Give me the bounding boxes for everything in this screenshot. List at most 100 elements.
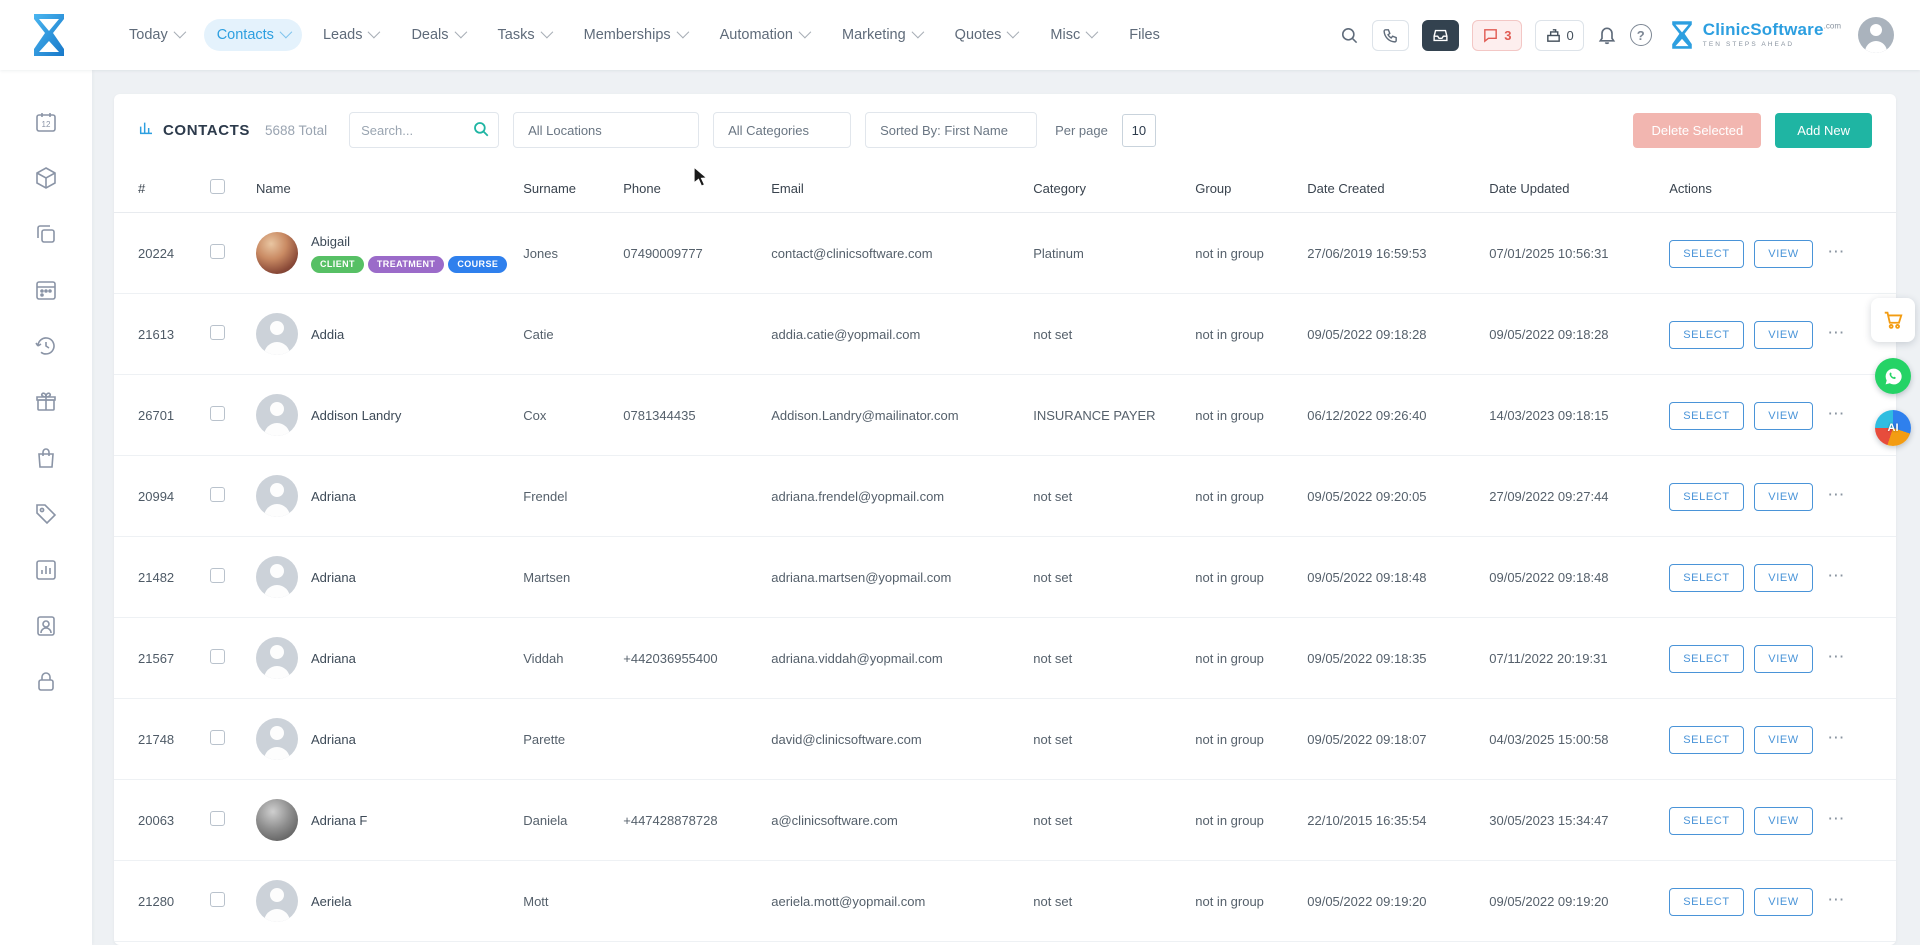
select-button[interactable]: SELECT — [1669, 240, 1743, 268]
more-actions-button[interactable]: ⋯ — [1823, 238, 1848, 266]
avatar[interactable] — [256, 799, 298, 841]
avatar[interactable] — [256, 394, 298, 436]
contact-name[interactable]: Addia — [311, 327, 344, 342]
avatar[interactable] — [256, 313, 298, 355]
view-button[interactable]: VIEW — [1754, 483, 1813, 511]
view-button[interactable]: VIEW — [1754, 321, 1813, 349]
row-checkbox[interactable] — [210, 730, 225, 745]
course-badge[interactable]: COURSE — [448, 256, 507, 273]
nav-automation[interactable]: Automation — [707, 19, 821, 51]
brand-logo[interactable]: ClinicSoftware.com TEN STEPS AHEAD — [1669, 20, 1841, 50]
more-actions-button[interactable]: ⋯ — [1823, 643, 1848, 671]
report-chart-icon[interactable] — [34, 558, 58, 582]
more-actions-button[interactable]: ⋯ — [1823, 805, 1848, 833]
user-avatar[interactable] — [1858, 17, 1894, 53]
nav-deals[interactable]: Deals — [398, 19, 476, 51]
calendar-icon[interactable]: 12 — [34, 110, 58, 134]
more-actions-button[interactable]: ⋯ — [1823, 481, 1848, 509]
app-logo-icon[interactable] — [26, 9, 72, 61]
help-icon[interactable]: ? — [1630, 24, 1652, 46]
row-checkbox[interactable] — [210, 568, 225, 583]
row-checkbox[interactable] — [210, 487, 225, 502]
row-checkbox[interactable] — [210, 406, 225, 421]
avatar[interactable] — [256, 232, 298, 274]
contact-name[interactable]: Aeriela — [311, 894, 351, 909]
contact-name[interactable]: Addison Landry — [311, 408, 401, 423]
search-submit-icon[interactable] — [472, 120, 490, 143]
categories-filter[interactable]: All Categories — [713, 112, 851, 148]
contact-name[interactable]: Abigail — [311, 234, 350, 249]
select-button[interactable]: SELECT — [1669, 888, 1743, 916]
contact-name[interactable]: Adriana — [311, 651, 356, 666]
row-checkbox[interactable] — [210, 649, 225, 664]
avatar[interactable] — [256, 556, 298, 598]
nav-leads[interactable]: Leads — [310, 19, 391, 51]
client-badge[interactable]: CLIENT — [311, 256, 364, 273]
avatar[interactable] — [256, 718, 298, 760]
tag-icon[interactable] — [34, 502, 58, 526]
inbox-tray-button[interactable] — [1422, 20, 1459, 51]
select-button[interactable]: SELECT — [1669, 645, 1743, 673]
ai-assistant-widget-button[interactable]: AI — [1875, 410, 1911, 446]
row-checkbox[interactable] — [210, 811, 225, 826]
row-checkbox[interactable] — [210, 325, 225, 340]
history-icon[interactable] — [34, 334, 58, 358]
treatment-badge[interactable]: TREATMENT — [368, 256, 444, 273]
per-page-input[interactable]: 10 — [1122, 114, 1156, 147]
view-button[interactable]: VIEW — [1754, 726, 1813, 754]
cart-widget-button[interactable] — [1871, 298, 1915, 342]
sort-filter[interactable]: Sorted By: First Name — [865, 112, 1037, 148]
nav-tasks[interactable]: Tasks — [485, 19, 563, 51]
view-button[interactable]: VIEW — [1754, 240, 1813, 268]
avatar[interactable] — [256, 637, 298, 679]
phone-dialer-button[interactable] — [1372, 20, 1409, 51]
view-button[interactable]: VIEW — [1754, 807, 1813, 835]
nav-quotes[interactable]: Quotes — [942, 19, 1030, 51]
more-actions-button[interactable]: ⋯ — [1823, 562, 1848, 590]
delete-selected-button[interactable]: Delete Selected — [1633, 113, 1761, 148]
select-button[interactable]: SELECT — [1669, 321, 1743, 349]
nav-misc[interactable]: Misc — [1037, 19, 1108, 51]
search-icon[interactable] — [1340, 26, 1359, 45]
chat-messages-button[interactable]: 3 — [1472, 20, 1521, 51]
box-icon[interactable] — [34, 166, 58, 190]
user-badge-icon[interactable] — [34, 614, 58, 638]
more-actions-button[interactable]: ⋯ — [1823, 319, 1848, 347]
whatsapp-widget-button[interactable] — [1875, 358, 1911, 394]
select-button[interactable]: SELECT — [1669, 483, 1743, 511]
view-button[interactable]: VIEW — [1754, 888, 1813, 916]
select-all-checkbox[interactable] — [210, 179, 225, 194]
planner-icon[interactable] — [34, 278, 58, 302]
select-button[interactable]: SELECT — [1669, 807, 1743, 835]
nav-today[interactable]: Today — [116, 19, 196, 51]
avatar[interactable] — [256, 880, 298, 922]
more-actions-button[interactable]: ⋯ — [1823, 400, 1848, 428]
select-button[interactable]: SELECT — [1669, 564, 1743, 592]
nav-files[interactable]: Files — [1116, 19, 1173, 51]
row-checkbox[interactable] — [210, 244, 225, 259]
copy-icon[interactable] — [34, 222, 58, 246]
view-button[interactable]: VIEW — [1754, 645, 1813, 673]
notifications-bell-icon[interactable] — [1597, 25, 1617, 45]
gift-icon[interactable] — [34, 390, 58, 414]
more-actions-button[interactable]: ⋯ — [1823, 724, 1848, 752]
nav-memberships[interactable]: Memberships — [571, 19, 699, 51]
add-new-button[interactable]: Add New — [1775, 113, 1872, 148]
select-button[interactable]: SELECT — [1669, 726, 1743, 754]
register-button[interactable]: 0 — [1535, 20, 1584, 51]
more-actions-button[interactable]: ⋯ — [1823, 886, 1848, 914]
contact-name[interactable]: Adriana F — [311, 813, 367, 828]
contact-name[interactable]: Adriana — [311, 489, 356, 504]
contact-name[interactable]: Adriana — [311, 570, 356, 585]
view-button[interactable]: VIEW — [1754, 402, 1813, 430]
shopping-bag-icon[interactable] — [34, 446, 58, 470]
contact-name[interactable]: Adriana — [311, 732, 356, 747]
locations-filter[interactable]: All Locations — [513, 112, 699, 148]
view-button[interactable]: VIEW — [1754, 564, 1813, 592]
row-checkbox[interactable] — [210, 892, 225, 907]
nav-marketing[interactable]: Marketing — [829, 19, 934, 51]
avatar[interactable] — [256, 475, 298, 517]
nav-contacts[interactable]: Contacts — [204, 19, 302, 51]
lock-icon[interactable] — [34, 670, 58, 694]
select-button[interactable]: SELECT — [1669, 402, 1743, 430]
